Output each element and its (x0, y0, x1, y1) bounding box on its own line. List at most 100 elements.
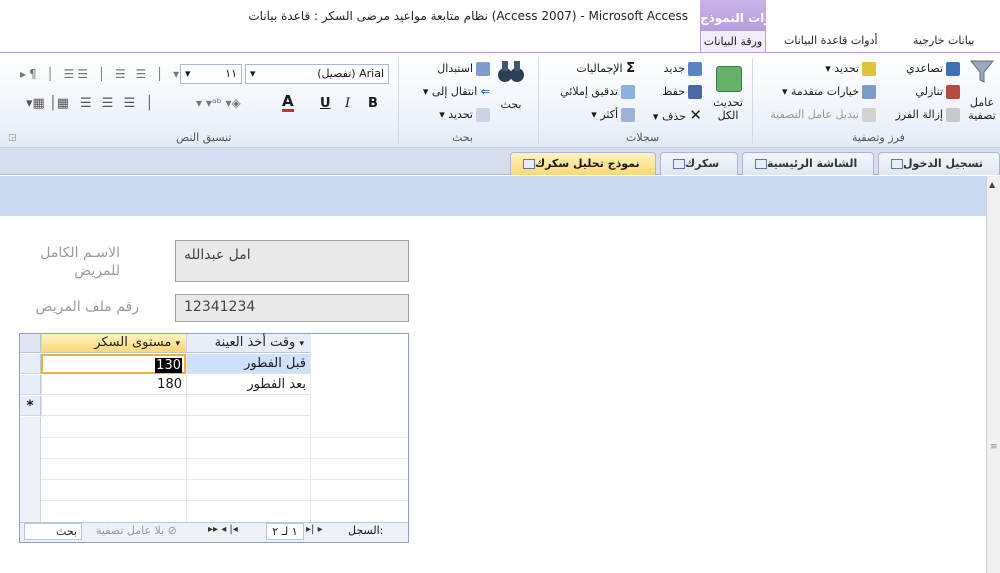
scroll-grip-icon: ≡ (990, 442, 998, 452)
window-title: نظام متابعة مواعيد مرضى السكر : قاعدة بي… (248, 9, 688, 23)
save-label: حفظ (662, 85, 685, 98)
funnel-icon[interactable] (968, 58, 996, 88)
bold-button[interactable]: B (368, 96, 378, 111)
row-selector[interactable] (20, 375, 41, 395)
file-number-field[interactable]: 12341234 (175, 294, 409, 322)
chevron-down-icon: ▾ (185, 67, 191, 80)
refresh-all-button[interactable]: تحديث الكل (704, 96, 752, 126)
more-label: أكثر (600, 108, 618, 121)
column-header-sample-time[interactable]: وقت أخذ العينة ▾ (186, 334, 310, 353)
cell-sugar-level-active[interactable]: 130 (41, 354, 186, 374)
font-name-value: Arial (تفصيل) (317, 67, 384, 80)
highlight-tools[interactable]: ▾ ▾ᵃᵇ ▾◈ (196, 96, 272, 110)
goto-button[interactable]: ▾ انتقال إلى ⇐ (400, 83, 490, 101)
remove-sort-button[interactable]: إزالة الفرز (872, 106, 960, 124)
goto-label: انتقال إلى (431, 85, 478, 98)
tab-database-tools[interactable]: أدوات قاعدة البيانات (784, 34, 878, 47)
font-size-combo[interactable]: ١١ ▾ (180, 64, 242, 84)
new-record-button[interactable]: جديد (640, 60, 702, 78)
replace-label: استبدال (437, 62, 473, 75)
vertical-scrollbar[interactable]: ▲ ≡ (986, 176, 1000, 573)
spelling-button[interactable]: تدقيق إملائي (545, 83, 635, 101)
patient-name-field[interactable]: امل عبدالله (175, 240, 409, 282)
prev-next-nav-buttons[interactable]: ▸▸ ◂ |◂ (208, 524, 238, 535)
find-button[interactable]: بحث (494, 96, 528, 114)
cell-new-row[interactable] (41, 396, 186, 416)
selection-filter-button[interactable]: ▾ تحديد (780, 60, 876, 78)
cell-new-row[interactable] (186, 396, 310, 416)
replace-icon (476, 62, 490, 76)
sort-ascending-label: تصاعدي (906, 62, 943, 75)
record-label: السجل: (348, 524, 384, 537)
advanced-label: خيارات متقدمة (790, 85, 859, 98)
form-icon (891, 159, 903, 169)
dialog-launcher-icon[interactable]: ◲ (8, 133, 17, 143)
font-name-combo[interactable]: Arial (تفصيل) ▾ (245, 64, 389, 84)
doc-tab-sugar-analysis-form[interactable]: نموذج تحليل سكرك (510, 152, 656, 175)
gridline (186, 417, 187, 522)
form-tools-contextual-header: أدوات النموذج (700, 0, 782, 30)
goto-arrow-icon: ⇐ (480, 85, 490, 98)
row-selector[interactable] (20, 354, 41, 374)
tab-datasheet[interactable]: ورقة البيانات (700, 30, 766, 52)
group-separator (538, 58, 539, 144)
doc-tab-login[interactable]: تسجيل الدخول (878, 152, 1000, 175)
scroll-up-icon[interactable]: ▲ (989, 180, 995, 189)
cell-sugar-level[interactable]: 180 (41, 375, 186, 395)
save-record-button[interactable]: حفظ (640, 83, 702, 101)
delete-label: حذف (661, 110, 686, 123)
gridline (41, 500, 408, 501)
totals-label: الإجماليات (576, 62, 623, 75)
totals-button[interactable]: الإجماليات Σ (545, 60, 635, 78)
first-last-nav-buttons[interactable]: ▸| ▸ (306, 524, 323, 535)
tab-external-data[interactable]: بيانات خارجية (913, 34, 974, 47)
select-button[interactable]: ▾ تحديد (410, 106, 490, 124)
column-header-sugar-level[interactable]: مستوى السكر ▾ (41, 334, 186, 353)
filter-button[interactable]: عامل تصفية (964, 96, 1000, 124)
row-selector-column (20, 417, 41, 522)
delete-record-button[interactable]: ▾ حذف ✕ (636, 106, 702, 124)
column-header-label: مستوى السكر (94, 335, 172, 350)
doc-tab-sukkarak[interactable]: سكرك (660, 152, 738, 175)
form-header-band (0, 176, 986, 216)
underline-button[interactable]: U (320, 96, 331, 111)
cell-sample-time[interactable]: قبل الفطور (186, 354, 310, 374)
form-icon (755, 159, 767, 169)
paragraph-tools-row[interactable]: ▸¶ │ ☰☰ │ ☰ ☰ │ ▾ (20, 64, 179, 84)
advanced-filter-button[interactable]: ▾ خيارات متقدمة (760, 83, 876, 101)
current-record-box[interactable]: ١ لـ ٢ (266, 523, 304, 540)
form-icon (523, 159, 535, 169)
italic-button[interactable]: I (345, 96, 350, 111)
doc-tab-label: نموذج تحليل سكرك (535, 157, 640, 170)
group-label-text-formatting: تنسيق النص (176, 131, 232, 144)
gridline (41, 458, 408, 459)
no-filter-indicator[interactable]: بلا عامل تصفية ⊘ (96, 524, 177, 537)
more-button[interactable]: ▾ أكثر (565, 106, 635, 124)
chevron-down-icon: ▾ (175, 339, 180, 349)
gridlines-buttons[interactable]: ▾▦ │▦ (26, 96, 76, 111)
cell-sample-time[interactable]: بعد الفطور (186, 375, 310, 395)
sort-descending-icon (946, 85, 960, 99)
sort-descending-button[interactable]: تنازلي (880, 83, 960, 101)
font-color-button[interactable]: A (282, 94, 294, 112)
search-box[interactable]: بحث (24, 523, 82, 540)
refresh-icon[interactable] (716, 66, 742, 92)
remove-sort-icon (946, 108, 960, 122)
replace-button[interactable]: استبدال (410, 60, 490, 78)
selection-label: تحديد (834, 62, 859, 75)
spelling-icon (621, 85, 635, 99)
toggle-filter-button[interactable]: تبديل عامل التصفية (755, 106, 876, 124)
new-label: جديد (663, 62, 685, 75)
alignment-buttons[interactable]: ☰ ☰ ☰ │ (80, 96, 190, 111)
new-row-selector[interactable]: * (20, 396, 41, 416)
form-icon (673, 159, 685, 169)
group-separator (398, 58, 399, 144)
doc-tab-main-screen[interactable]: الشاشة الرئيسية (742, 152, 874, 175)
group-label-records: سجلات (626, 131, 660, 144)
selection-filter-icon (862, 62, 876, 76)
select-all-corner[interactable] (20, 334, 41, 353)
binoculars-icon[interactable] (496, 58, 526, 86)
sort-ascending-button[interactable]: تصاعدي (880, 60, 960, 78)
advanced-filter-icon (862, 85, 876, 99)
selected-cell-text: 130 (155, 358, 182, 373)
